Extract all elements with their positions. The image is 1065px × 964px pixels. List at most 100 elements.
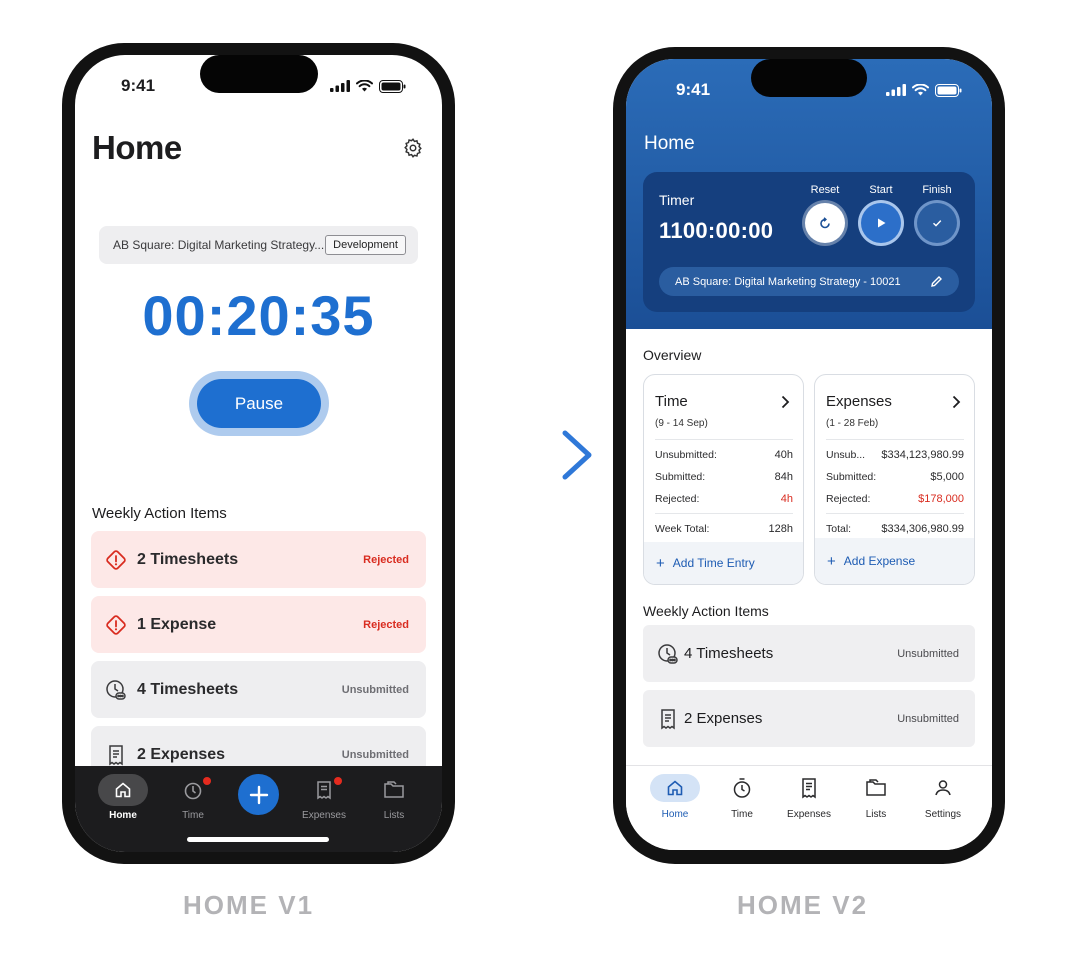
status-badge: Unsubmitted [341,683,409,696]
reset-icon [820,217,830,229]
warning-diamond-icon [106,614,126,635]
pencil-icon[interactable] [930,275,943,288]
tab-time[interactable]: Time [712,774,772,820]
card-title: Expenses [826,393,892,410]
project-name: AB Square: Digital Marketing Strategy - … [675,275,901,288]
notification-dot [203,777,211,785]
summary-row: Rejected: 4h [655,488,793,510]
date-range: (1 - 28 Feb) [826,418,879,429]
receipt-icon [802,778,816,799]
overview-title: Overview [643,347,702,363]
tab-label: Expenses [302,810,346,821]
battery-icon [379,79,406,93]
timer-display: 00:20:35 [142,284,375,347]
chevron-right-icon[interactable] [779,395,791,409]
row-label: Unsubmitted: [655,449,717,461]
pause-button[interactable]: Pause [197,379,321,428]
row-value: $5,000 [930,471,964,483]
total-value: $334,306,980.99 [881,523,964,535]
total-row: Total: $334,306,980.99 [826,518,964,540]
status-badge: Unsubmitted [341,748,409,761]
row-value: 4h [780,493,793,505]
add-expense-button[interactable]: + Add Expense [815,538,974,584]
tab-label: Home [661,809,689,820]
section-title: Weekly Action Items [643,603,769,619]
plus-icon [249,785,268,804]
phone-v1-screen: 9:41 Home AB Square: Digital Marketing S… [75,55,442,852]
tab-expenses[interactable]: Expenses [779,774,839,820]
project-name: AB Square: Digital Marketing Strategy... [113,238,325,252]
tab-settings[interactable]: Settings [913,774,973,820]
phone-v2-screen: 9:41 Home Timer 1100:00:00 Reset Start F… [626,59,992,850]
add-button[interactable] [238,774,279,815]
action-item-label: 2 Expenses [137,745,226,763]
dynamic-island [751,59,867,97]
row-label: Rejected: [826,493,871,505]
wifi-icon [912,84,929,96]
summary-row: Submitted: $5,000 [826,466,964,488]
pause-button-halo: Pause [189,371,329,436]
tab-home[interactable]: Home [645,774,705,820]
stopwatch-icon [184,782,202,800]
row-value: $178,000 [918,493,964,505]
caption-home-v1: HOME V1 [183,890,315,920]
tab-lists[interactable]: Lists [846,774,906,820]
page-title: Home [92,129,182,166]
action-item-label: 4 Timesheets [684,645,774,662]
summary-row: Unsub... $334,123,980.99 [826,444,964,466]
page-title: Home [644,133,695,154]
status-badge: Unsubmitted [897,712,959,725]
action-item[interactable]: 2 Expenses Unsubmitted [643,690,975,747]
reset-button[interactable]: Reset [803,184,847,243]
row-value: 40h [774,449,793,461]
status-time: 9:41 [676,80,711,99]
add-time-entry-button[interactable]: + Add Time Entry [644,542,803,584]
summary-row: Rejected: $178,000 [826,488,964,510]
action-item[interactable]: 4 Timesheets Unsubmitted [643,625,975,682]
tab-label: Expenses [787,809,831,820]
summary-row: Submitted: 84h [655,466,793,488]
home-indicator [187,837,329,842]
play-icon [878,218,886,228]
project-selector[interactable]: AB Square: Digital Marketing Strategy...… [99,226,418,264]
action-item-label: 2 Expenses [684,710,763,727]
gear-icon[interactable] [402,137,424,159]
dynamic-island [199,55,318,93]
tab-time[interactable]: Time [163,774,223,821]
total-value: 128h [768,523,793,535]
clock-icon [106,679,126,700]
signal-icon [330,80,350,92]
signal-icon [886,84,906,96]
tab-lists[interactable]: Lists [364,774,424,821]
row-label: Submitted: [655,471,706,483]
receipt-icon [661,708,675,729]
tab-label: Time [182,810,204,821]
time-overview-card[interactable]: Time (9 - 14 Sep) Unsubmitted: 40h Submit… [643,374,804,585]
tab-home[interactable]: Home [93,774,153,821]
reset-label: Reset [810,184,840,196]
status-badge: Unsubmitted [897,647,959,660]
tab-label: Home [109,810,137,821]
chevron-right-icon[interactable] [950,395,962,409]
action-item[interactable]: 4 Timesheets Unsubmitted [91,661,426,718]
action-label: Add Time Entry [672,556,755,570]
stopwatch-icon [733,778,751,798]
row-value: $334,123,980.99 [881,449,964,461]
action-item[interactable]: 2 Timesheets Rejected [91,531,426,588]
action-item[interactable]: 1 Expense Rejected [91,596,426,653]
expenses-overview-card[interactable]: Expenses (1 - 28 Feb) Unsub... $334,123,9… [814,374,975,585]
receipt-icon [317,781,331,800]
wifi-icon [356,80,373,92]
finish-button[interactable]: Finish [915,184,959,243]
check-icon [933,220,942,227]
person-icon [935,780,951,796]
project-selector[interactable]: AB Square: Digital Marketing Strategy - … [659,267,959,296]
row-label: Submitted: [826,471,877,483]
home-icon [115,782,131,798]
tab-bar: Home Time Expenses Lists [75,766,442,852]
total-label: Week Total: [655,523,710,535]
tab-expenses[interactable]: Expenses [294,774,354,821]
tab-bar: Home Time Expenses Lists Settings [626,765,992,850]
start-button[interactable]: Start [859,184,903,243]
action-item-label: 4 Timesheets [137,680,239,698]
